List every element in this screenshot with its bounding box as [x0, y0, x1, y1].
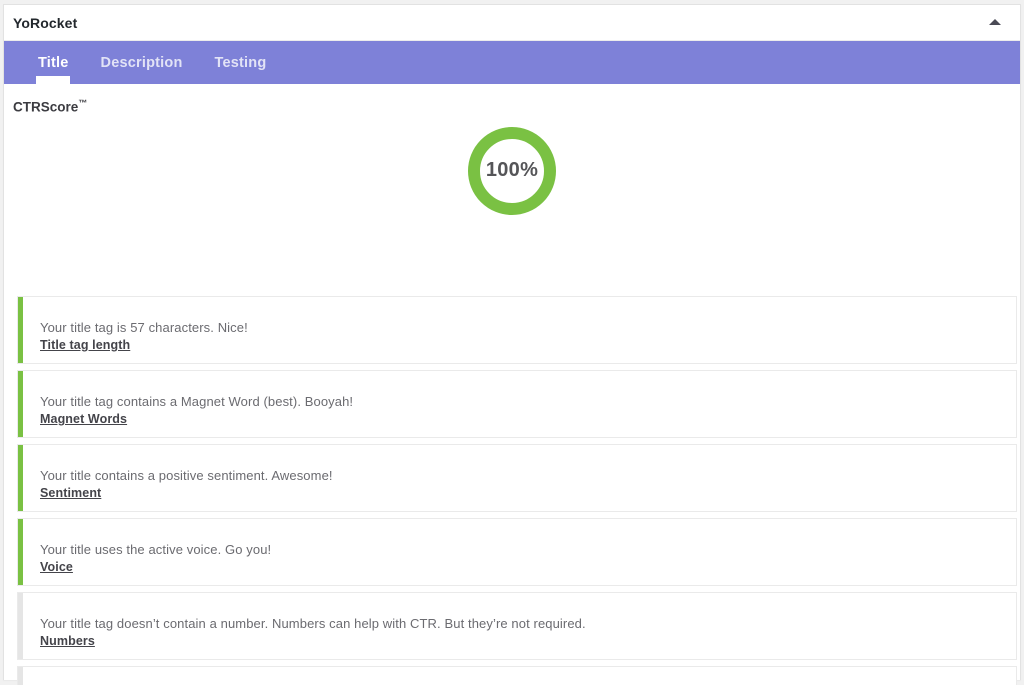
- result-link[interactable]: Voice: [40, 560, 73, 574]
- result-row: Your title uses the active voice. Go you…: [17, 518, 1017, 586]
- result-status-bar: [18, 519, 23, 585]
- metabox-header: YoRocket: [4, 5, 1020, 41]
- result-message: Your title uses the active voice. Go you…: [40, 542, 272, 557]
- result-link[interactable]: Numbers: [40, 634, 95, 648]
- tab-bar: Title Description Testing: [4, 41, 1020, 84]
- result-status-bar: [18, 297, 23, 363]
- result-row: Your title tag contains a Magnet Word (b…: [17, 370, 1017, 438]
- result-link[interactable]: Sentiment: [40, 486, 101, 500]
- ctrscore-gauge-wrap: 100%: [4, 84, 1020, 239]
- results-list: Your title tag is 57 characters. Nice! Ti…: [17, 296, 1017, 685]
- tab-testing[interactable]: Testing: [199, 41, 283, 84]
- result-message: Your title tag doesn’t contain a number.…: [40, 616, 586, 631]
- result-row: Your title tag doesn’t contain a number.…: [17, 592, 1017, 660]
- result-status-bar: [18, 667, 23, 685]
- result-row: Your title tag is 57 characters. Nice! Ti…: [17, 296, 1017, 364]
- result-status-bar: [18, 371, 23, 437]
- result-status-bar: [18, 593, 23, 659]
- result-status-bar: [18, 445, 23, 511]
- result-link[interactable]: Magnet Words: [40, 412, 127, 426]
- tab-title[interactable]: Title: [22, 41, 85, 84]
- yorocket-metabox: YoRocket Title Description Testing CTRSc…: [3, 4, 1021, 685]
- collapse-toggle-button[interactable]: [978, 5, 1012, 40]
- result-message: Your title contains a positive sentiment…: [40, 468, 333, 483]
- result-link[interactable]: Title tag length: [40, 338, 130, 352]
- app-root: YoRocket Title Description Testing CTRSc…: [0, 0, 1024, 685]
- ctrscore-gauge: 100%: [465, 124, 559, 218]
- result-message: Your title tag contains a Magnet Word (b…: [40, 394, 354, 409]
- tab-title-label: Title: [38, 54, 69, 71]
- caret-up-icon: [989, 19, 1001, 25]
- tab-description-label: Description: [100, 54, 183, 71]
- result-row: Your title doesn’t contain brackets. Bra…: [17, 666, 1017, 685]
- ctrscore-value: 100%: [485, 159, 539, 181]
- tab-description[interactable]: Description: [85, 41, 199, 84]
- page-title: YoRocket: [13, 15, 78, 31]
- result-row: Your title contains a positive sentiment…: [17, 444, 1017, 512]
- tab-testing-label: Testing: [214, 54, 267, 71]
- result-message: Your title tag is 57 characters. Nice!: [40, 320, 248, 335]
- tab-panel-title: CTRScore™ 100% Your title tag is 57 char…: [4, 84, 1020, 685]
